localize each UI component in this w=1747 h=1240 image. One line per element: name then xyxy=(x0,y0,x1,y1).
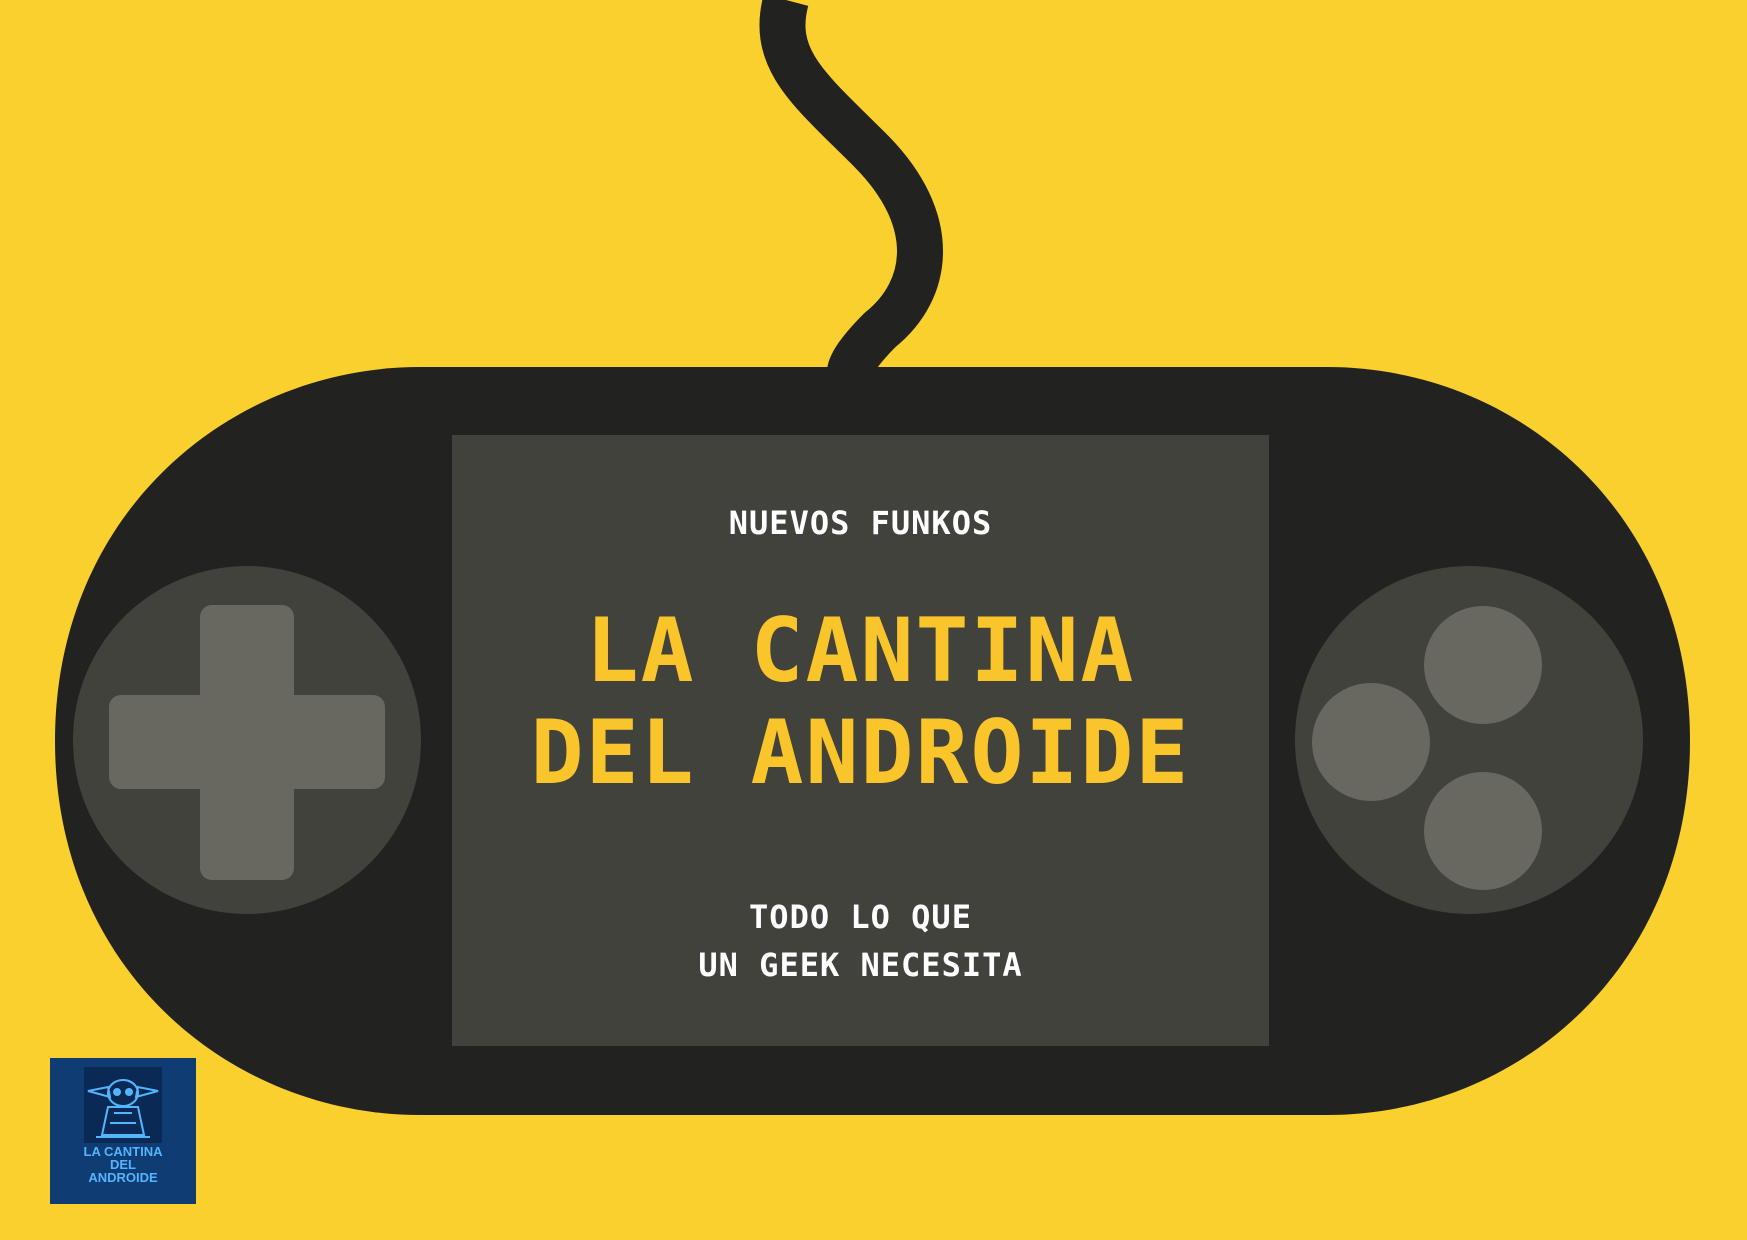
screen-content: NUEVOS FUNKOS LA CANTINA DEL ANDROIDE TO… xyxy=(452,435,1269,1046)
subtitle: NUEVOS FUNKOS xyxy=(728,504,993,542)
logo-text: LA CANTINA DEL ANDROIDE xyxy=(83,1144,163,1185)
logo-emblem xyxy=(84,1067,162,1143)
alien-mascot-icon xyxy=(87,1079,159,1138)
action-button-top[interactable] xyxy=(1424,606,1542,724)
page-title: LA CANTINA DEL ANDROIDE xyxy=(530,599,1191,804)
brand-logo: LA CANTINA DEL ANDROIDE xyxy=(50,1058,196,1204)
poster: NUEVOS FUNKOS LA CANTINA DEL ANDROIDE TO… xyxy=(0,0,1747,1240)
controller-cable xyxy=(759,0,943,378)
action-button-bottom[interactable] xyxy=(1424,772,1542,890)
tagline: TODO LO QUE UN GEEK NECESITA xyxy=(698,898,1023,984)
action-button-left[interactable] xyxy=(1312,683,1430,801)
